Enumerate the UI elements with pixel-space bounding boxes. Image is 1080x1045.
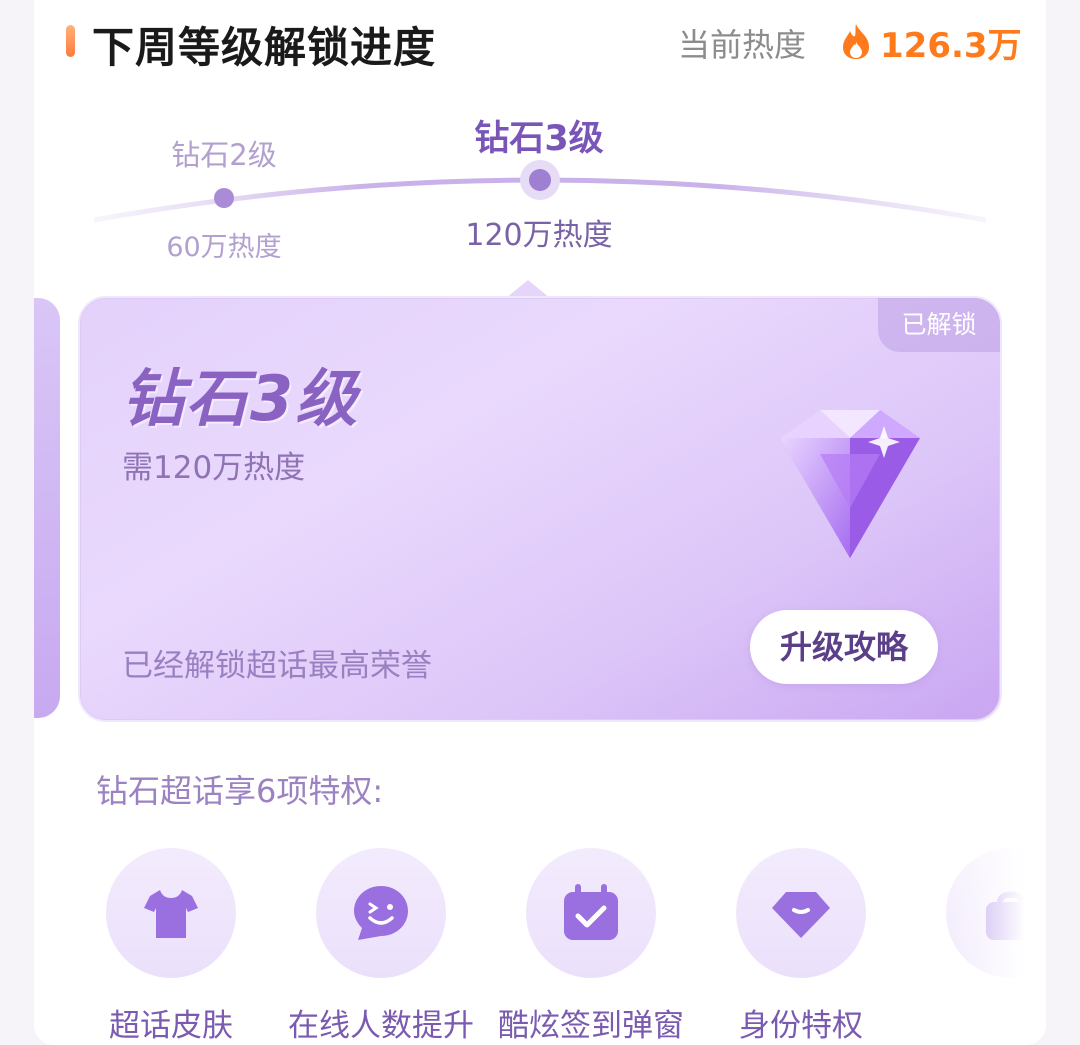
level-card[interactable]: 已解锁 钻石3级 需120万热度 已经解锁超话最高荣誉 升级攻略 xyxy=(78,296,1002,722)
privilege-item-skin[interactable]: 超话皮肤 xyxy=(66,848,276,1045)
scroll-fade-overlay xyxy=(906,840,1046,1045)
upgrade-guide-button[interactable]: 升级攻略 xyxy=(750,610,938,684)
prev-level-heat: 60万热度 xyxy=(166,232,282,263)
tshirt-icon xyxy=(144,890,198,938)
privilege-icon-circle xyxy=(106,848,236,978)
privilege-item-online[interactable]: 在线人数提升 xyxy=(276,848,486,1045)
privilege-label: 超话皮肤 xyxy=(109,1008,233,1044)
privilege-label: 身份特权 xyxy=(739,1008,863,1044)
privilege-icon-circle xyxy=(316,848,446,978)
diamond-badge-icon xyxy=(772,892,830,938)
title-accent-bar xyxy=(66,25,75,57)
level-progress-panel: 下周等级解锁进度 当前热度 126.3万 钻石2级 60万热度 钻石3级 120… xyxy=(34,0,1046,1045)
privilege-item-checkin[interactable]: 酷炫签到弹窗 xyxy=(486,848,696,1045)
privilege-item-identity[interactable]: 身份特权 xyxy=(696,848,906,1045)
track-node-prev xyxy=(214,188,234,208)
current-heat-label: 当前热度 xyxy=(678,26,807,64)
card-level-title: 钻石3级 xyxy=(122,362,360,435)
diamond-gem-icon xyxy=(780,410,920,558)
calendar-check-icon xyxy=(564,884,618,940)
privilege-icon-circle xyxy=(526,848,656,978)
unlocked-badge: 已解锁 xyxy=(878,298,1000,352)
header: 下周等级解锁进度 当前热度 126.3万 xyxy=(34,0,1046,84)
current-level-name[interactable]: 钻石3级 xyxy=(454,110,624,161)
smile-chat-icon xyxy=(354,886,408,940)
privileges-heading: 钻石超话享6项特权: xyxy=(96,772,384,810)
card-description: 已经解锁超话最高荣誉 xyxy=(122,648,432,684)
privilege-label: 在线人数提升 xyxy=(288,1008,474,1044)
privilege-icon-circle xyxy=(736,848,866,978)
track-node-current xyxy=(529,169,551,191)
prev-level-name[interactable]: 钻石2级 xyxy=(154,132,294,174)
card-requirement: 需120万热度 xyxy=(122,450,306,486)
prev-level-card-peek[interactable] xyxy=(34,298,60,718)
flame-icon xyxy=(843,24,869,59)
page-title: 下周等级解锁进度 xyxy=(92,23,437,72)
current-level-heat: 120万热度 xyxy=(465,218,613,253)
privilege-label: 酷炫签到弹窗 xyxy=(498,1008,684,1044)
current-heat-value: 126.3万 xyxy=(880,26,1022,66)
